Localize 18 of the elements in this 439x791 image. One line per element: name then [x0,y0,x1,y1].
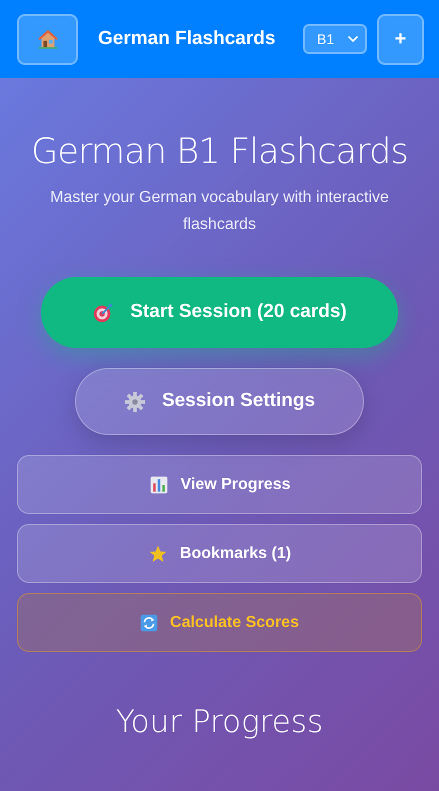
house-icon [36,28,58,50]
star-icon [148,544,168,564]
gear-icon [124,390,146,412]
app-title: German Flashcards [98,26,276,51]
calculate-scores-button[interactable]: Calculate Scores [17,593,422,652]
level-select[interactable]: B1 [303,24,367,54]
session-settings-button[interactable]: Session Settings [75,368,364,435]
section-title: Your Progress [116,703,324,742]
bookmarks-button[interactable]: Bookmarks (1) [17,524,422,583]
refresh-icon [140,614,158,632]
view-progress-button[interactable]: View Progress [17,455,422,514]
add-button[interactable]: + [377,14,424,64]
bar-chart-icon [148,474,168,494]
home-button[interactable] [17,14,78,64]
target-icon [92,302,114,324]
hero-title: German B1 Flashcards [31,131,408,174]
hero-subtitle: Master your German vocabulary with interactive flashcards [49,188,390,235]
start-session-button[interactable]: Start Session (20 cards) [41,277,398,348]
